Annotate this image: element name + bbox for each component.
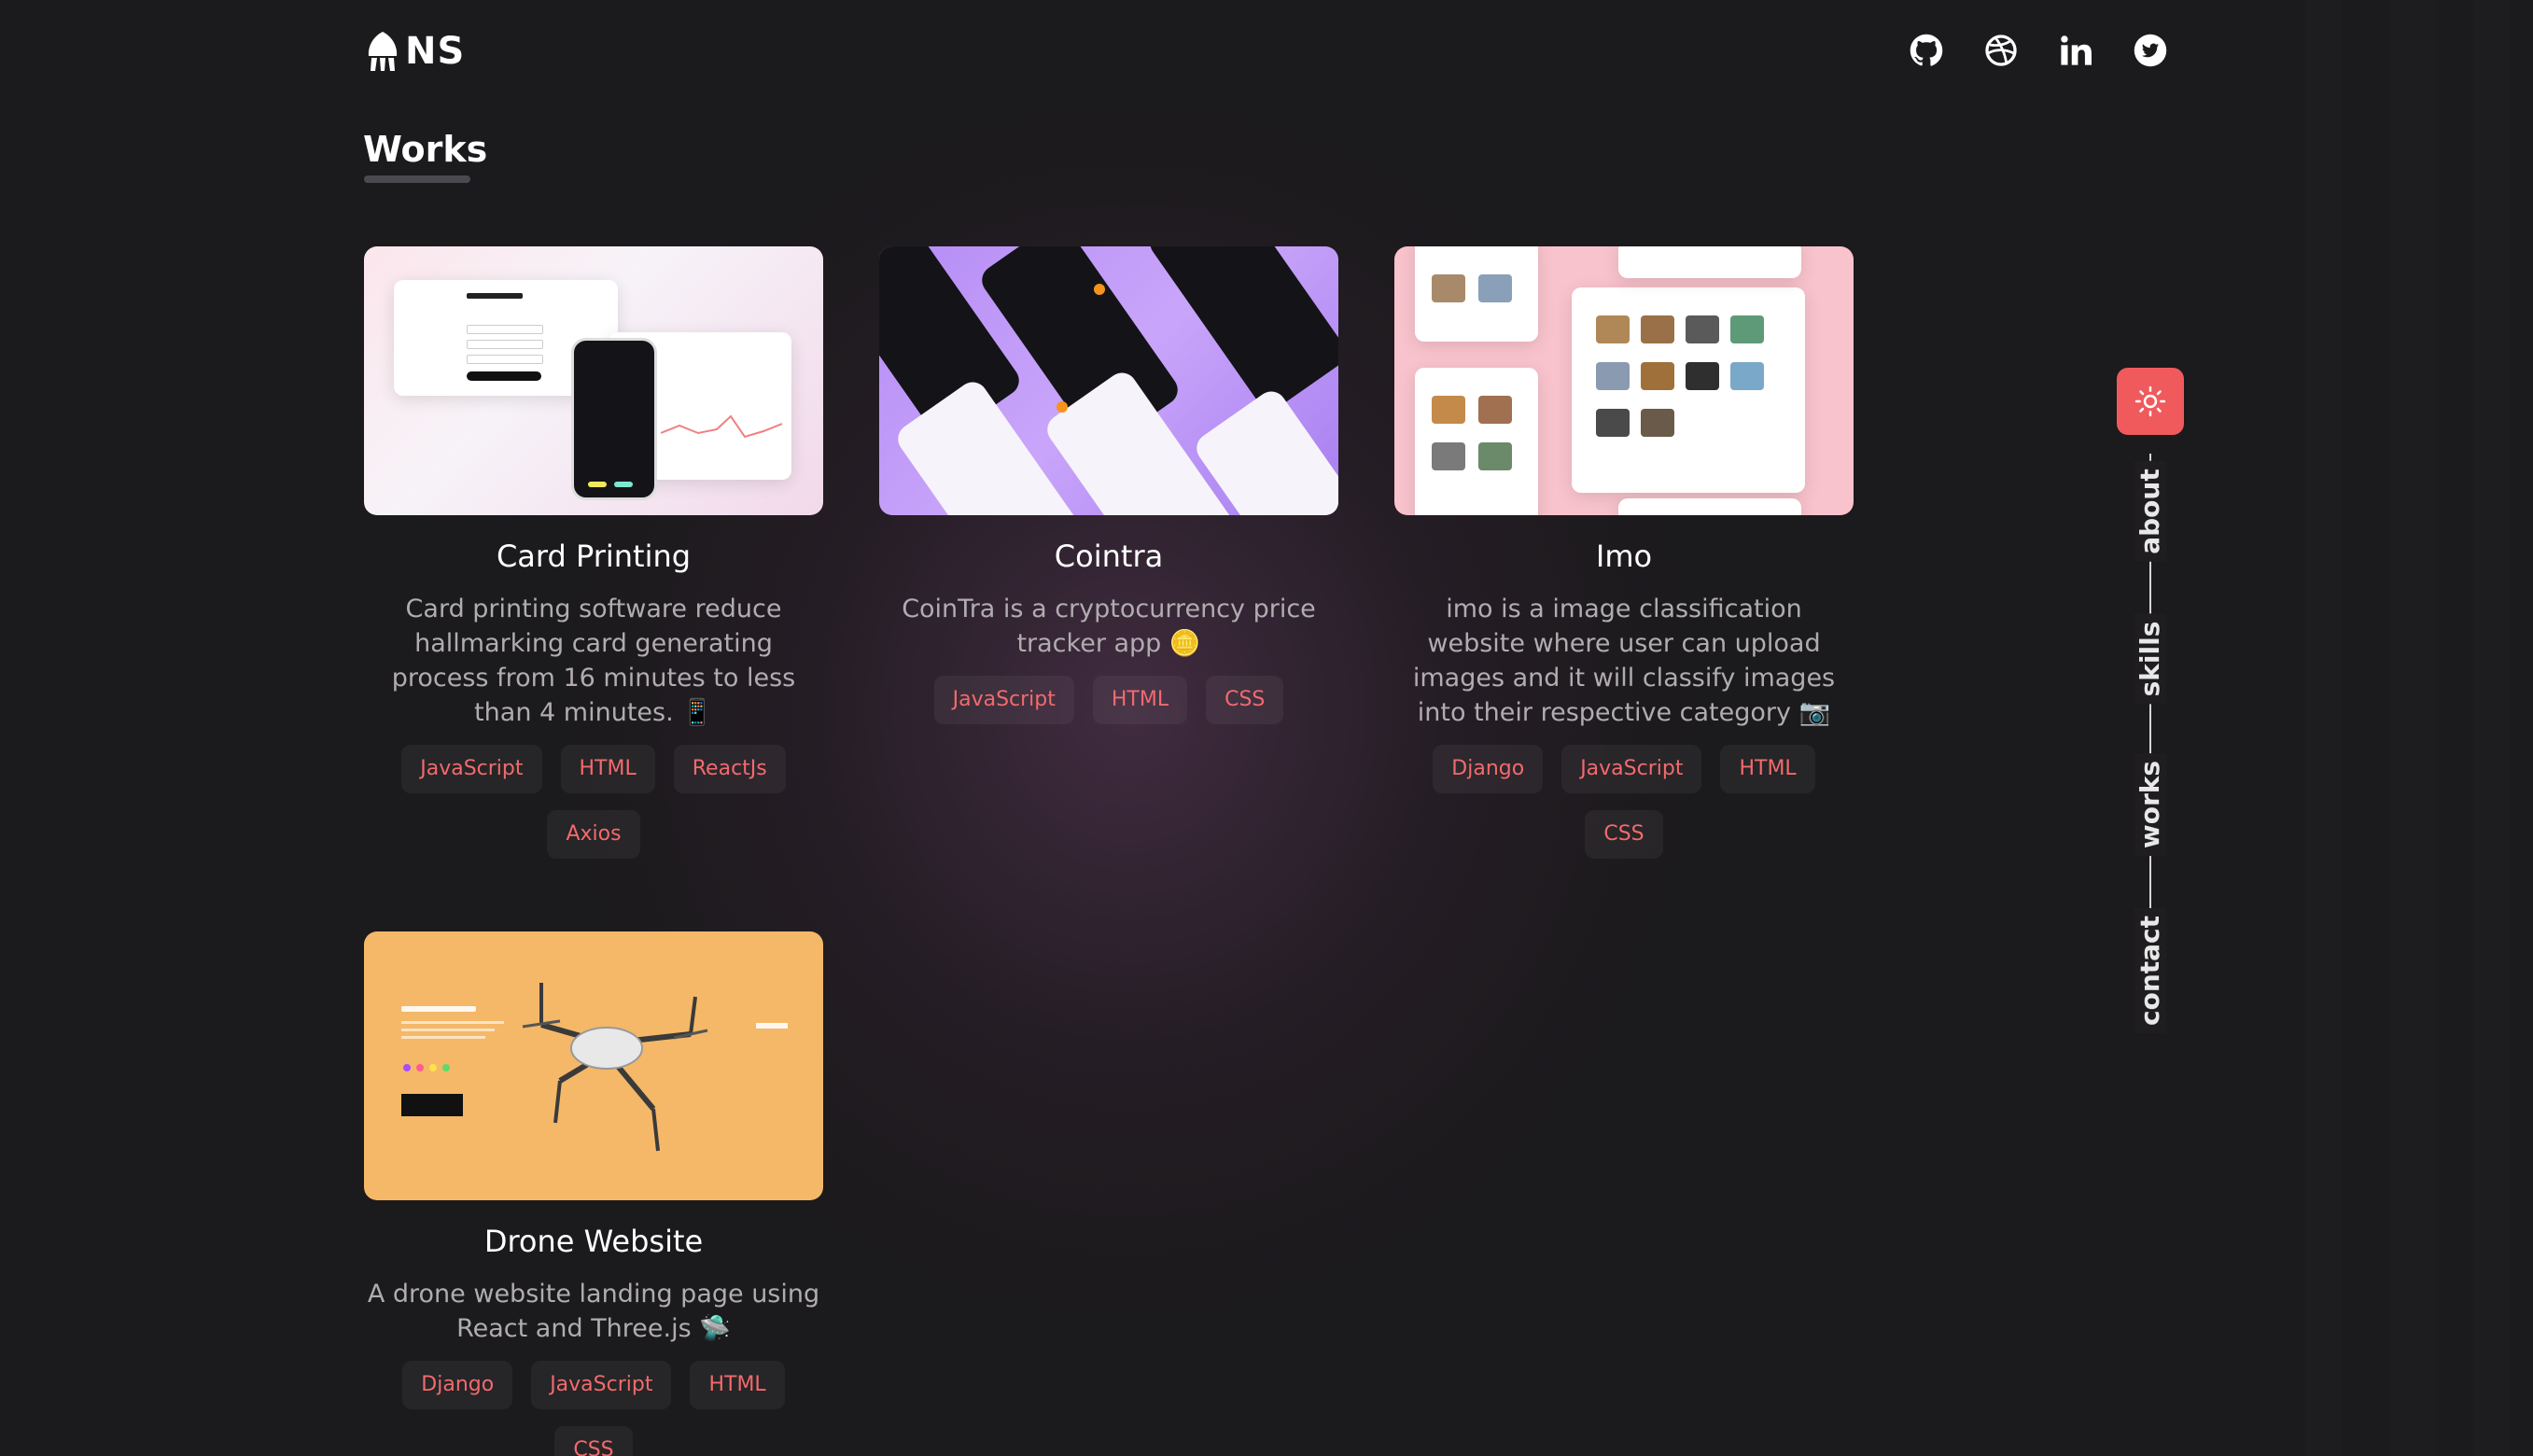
nav-item-skills[interactable]: skills (2134, 613, 2166, 705)
project-card: Card Printing Card printing software red… (364, 246, 823, 859)
theme-toggle-button[interactable] (2117, 368, 2184, 435)
linkedin-icon[interactable] (2059, 34, 2092, 67)
tag-javascript: JavaScript (1561, 745, 1702, 793)
twitter-icon[interactable] (2134, 34, 2167, 67)
tag-css: CSS (1585, 810, 1663, 859)
sun-icon (2134, 385, 2166, 417)
tag-css: CSS (1206, 676, 1284, 724)
project-description: imo is a image classification website wh… (1394, 592, 1854, 730)
github-icon[interactable] (1910, 34, 1943, 67)
dribbble-icon[interactable] (1984, 34, 2018, 67)
tag-html: HTML (1720, 745, 1815, 793)
tag-javascript: JavaScript (401, 745, 542, 793)
mock-panel (1618, 246, 1801, 278)
background-stripe (2389, 0, 2436, 1456)
mock-phone (571, 338, 657, 500)
camera-emoji-icon: 📷 (1798, 698, 1831, 727)
project-description-text: A drone website landing page using React… (367, 1280, 820, 1343)
project-thumbnail[interactable] (364, 931, 823, 1200)
project-card: Cointra CoinTra is a cryptocurrency pric… (879, 246, 1338, 724)
tag-html: HTML (690, 1361, 785, 1409)
project-thumbnail[interactable] (364, 246, 823, 515)
project-card: Drone Website A drone website landing pa… (364, 931, 823, 1456)
project-title: Cointra (1054, 539, 1164, 574)
tag-list: Django JavaScript HTML CSS (1394, 745, 1854, 859)
project-description-text: imo is a image classification website wh… (1412, 595, 1836, 727)
project-description: A drone website landing page using React… (364, 1277, 823, 1346)
project-description: CoinTra is a cryptocurrency price tracke… (879, 592, 1338, 661)
tag-html: HTML (1092, 676, 1188, 724)
tag-reactjs: ReactJs (673, 745, 786, 793)
ufo-emoji-icon: 🛸 (699, 1314, 731, 1343)
nav-item-contact[interactable]: contact (2134, 907, 2166, 1034)
tag-html: HTML (560, 745, 655, 793)
tag-javascript: JavaScript (531, 1361, 672, 1409)
background-stripe (2305, 0, 2343, 1456)
coin-emoji-icon: 🪙 (1169, 629, 1201, 658)
nav-item-works[interactable]: works (2134, 752, 2166, 857)
nav-item-about[interactable]: about (2134, 461, 2166, 562)
phone-emoji-icon: 📱 (681, 698, 713, 727)
page: NS Works Card Printing Card printing sof… (0, 0, 2533, 1456)
project-thumbnail[interactable] (1394, 246, 1854, 515)
project-description-text: CoinTra is a cryptocurrency price tracke… (902, 595, 1316, 658)
project-title: Imo (1595, 539, 1653, 574)
logo[interactable]: NS (366, 30, 465, 73)
tag-django: Django (402, 1361, 513, 1409)
social-links (1910, 34, 2167, 67)
background-stripe (2473, 0, 2511, 1456)
section-title: Works (363, 129, 488, 170)
project-card: Imo imo is a image classification websit… (1394, 246, 1854, 859)
project-description: Card printing software reduce hallmarkin… (364, 592, 823, 730)
logo-text: NS (405, 30, 466, 73)
tag-django: Django (1433, 745, 1544, 793)
tag-list: JavaScript HTML ReactJs Axios (364, 745, 823, 859)
title-underline (364, 175, 470, 183)
project-description-text: Card printing software reduce hallmarkin… (391, 595, 796, 727)
logo-mark-icon (368, 32, 398, 71)
tag-css: CSS (554, 1426, 633, 1456)
mock-panel (1415, 368, 1538, 515)
tag-list: JavaScript HTML CSS (879, 676, 1338, 724)
drone-image (522, 983, 708, 1152)
mock-panel (1618, 498, 1801, 515)
tag-list: Django JavaScript HTML CSS (364, 1361, 823, 1456)
tag-axios: Axios (547, 810, 640, 859)
project-title: Drone Website (483, 1224, 704, 1259)
project-title: Card Printing (496, 539, 692, 574)
tag-javascript: JavaScript (933, 676, 1074, 724)
project-thumbnail[interactable] (879, 246, 1338, 515)
